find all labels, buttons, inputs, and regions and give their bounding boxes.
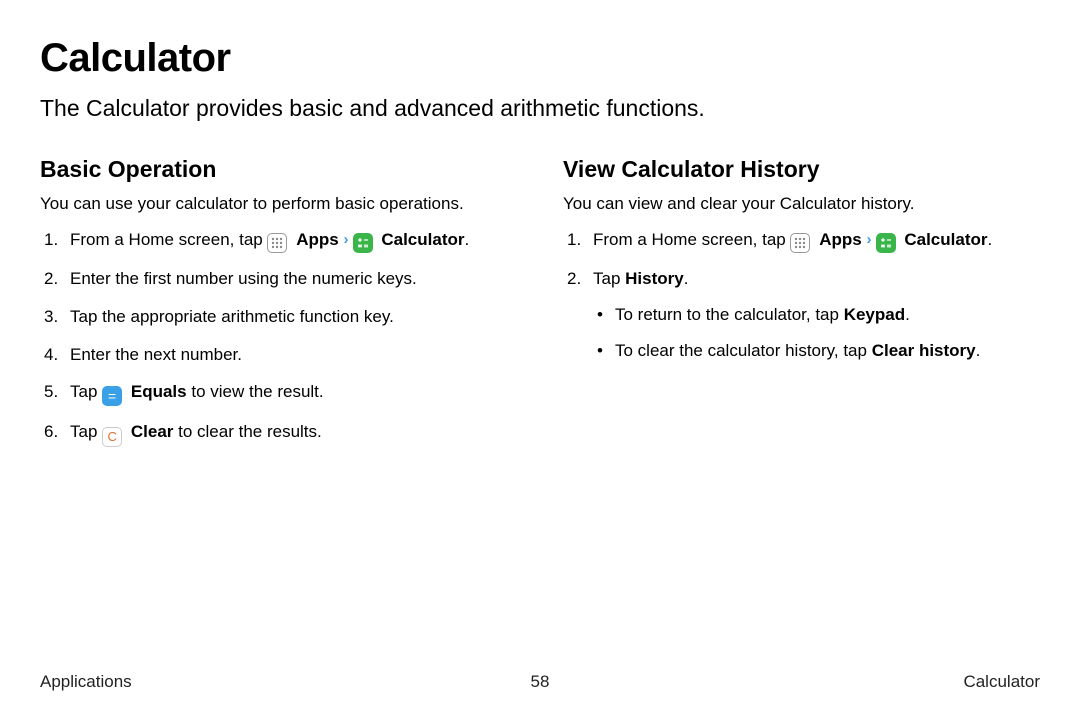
equals-icon: = xyxy=(102,386,122,406)
apps-icon xyxy=(267,233,287,253)
equals-label: Equals xyxy=(131,382,187,401)
bullet-keypad: To return to the calculator, tap Keypad. xyxy=(593,303,1040,327)
step-1: From a Home screen, tap Apps › Calculato… xyxy=(563,228,1040,253)
calculator-label: Calculator xyxy=(381,230,464,249)
step-5: Tap = Equals to view the result. xyxy=(40,380,517,406)
clear-history-label: Clear history xyxy=(872,341,976,360)
apps-icon xyxy=(790,233,810,253)
basic-operation-desc: You can use your calculator to perform b… xyxy=(40,193,517,216)
left-column: Basic Operation You can use your calcula… xyxy=(40,156,517,461)
calculator-label: Calculator xyxy=(904,230,987,249)
clear-icon: C xyxy=(102,427,122,447)
basic-operation-steps: From a Home screen, tap Apps › Calculato… xyxy=(40,228,517,447)
view-history-desc: You can view and clear your Calculator h… xyxy=(563,193,1040,216)
calculator-icon xyxy=(353,233,373,253)
bullet-clear-history: To clear the calculator history, tap Cle… xyxy=(593,339,1040,363)
clear-label: Clear xyxy=(131,422,174,441)
page-number: 58 xyxy=(531,672,550,692)
chevron-right-icon: › xyxy=(343,231,352,248)
right-column: View Calculator History You can view and… xyxy=(563,156,1040,461)
step-text-tail: to view the result. xyxy=(187,382,324,401)
step-text: Tap xyxy=(70,382,102,401)
step-text: Tap xyxy=(70,422,102,441)
page-footer: Applications 58 Calculator xyxy=(40,672,1040,692)
step-text: From a Home screen, tap xyxy=(593,230,790,249)
apps-label: Apps xyxy=(819,230,862,249)
step-3: Tap the appropriate arithmetic function … xyxy=(40,305,517,329)
footer-right: Calculator xyxy=(963,672,1040,692)
step-4: Enter the next number. xyxy=(40,343,517,367)
sub-bullets: To return to the calculator, tap Keypad.… xyxy=(593,303,1040,363)
page-intro: The Calculator provides basic and advanc… xyxy=(40,95,1040,122)
period: . xyxy=(987,230,992,249)
keypad-label: Keypad xyxy=(844,305,905,324)
step-text-tail: to clear the results. xyxy=(173,422,321,441)
view-history-steps: From a Home screen, tap Apps › Calculato… xyxy=(563,228,1040,362)
step-text: From a Home screen, tap xyxy=(70,230,267,249)
basic-operation-heading: Basic Operation xyxy=(40,156,517,183)
bullet-text: To return to the calculator, tap xyxy=(615,305,844,324)
period: . xyxy=(464,230,469,249)
footer-left: Applications xyxy=(40,672,132,692)
page-title: Calculator xyxy=(40,36,1040,81)
bullet-text: To clear the calculator history, tap xyxy=(615,341,872,360)
bullet-text-tail: . xyxy=(976,341,981,360)
step-2: Enter the first number using the numeric… xyxy=(40,267,517,291)
apps-label: Apps xyxy=(296,230,339,249)
step-1: From a Home screen, tap Apps › Calculato… xyxy=(40,228,517,253)
bullet-text-tail: . xyxy=(905,305,910,324)
content-columns: Basic Operation You can use your calcula… xyxy=(40,156,1040,461)
chevron-right-icon: › xyxy=(866,231,875,248)
step-6: Tap C Clear to clear the results. xyxy=(40,420,517,447)
step-text: Tap xyxy=(593,269,625,288)
calculator-icon xyxy=(876,233,896,253)
step-2: Tap History. To return to the calculator… xyxy=(563,267,1040,362)
view-history-heading: View Calculator History xyxy=(563,156,1040,183)
step-text-tail: . xyxy=(684,269,689,288)
history-label: History xyxy=(625,269,684,288)
